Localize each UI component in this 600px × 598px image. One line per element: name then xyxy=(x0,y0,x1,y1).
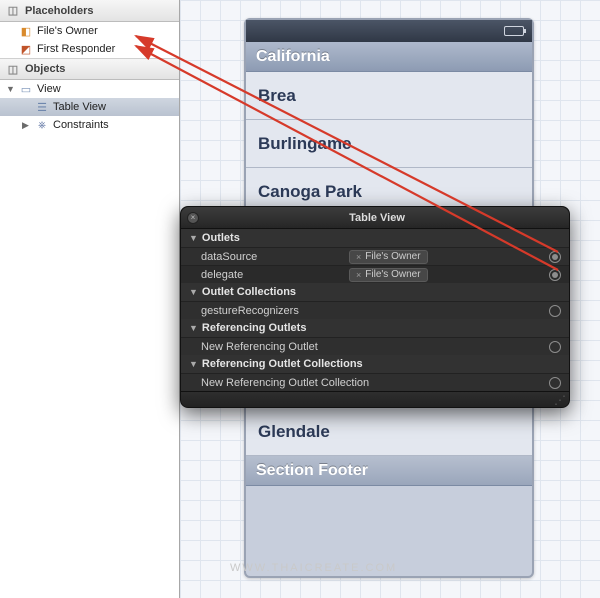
outlet-delegate-row[interactable]: delegate ×File's Owner xyxy=(181,265,569,283)
files-owner-icon xyxy=(19,24,33,38)
connection-chip[interactable]: ×File's Owner xyxy=(349,250,428,264)
section-label: Placeholders xyxy=(25,5,93,17)
outlet-name: dataSource xyxy=(201,251,349,263)
outlet-datasource-row[interactable]: dataSource ×File's Owner xyxy=(181,247,569,265)
connection-chip[interactable]: ×File's Owner xyxy=(349,268,428,282)
hud-section-outlets[interactable]: ▼Outlets xyxy=(181,229,569,247)
hud-titlebar[interactable]: × Table View xyxy=(181,207,569,229)
section-footer-label: Section Footer xyxy=(256,462,368,480)
outline-section-placeholders: Placeholders xyxy=(0,0,179,22)
outlet-name: delegate xyxy=(201,269,349,281)
constraints-icon xyxy=(35,118,49,132)
tree-label: First Responder xyxy=(37,43,115,55)
disclosure-triangle-icon[interactable]: ▼ xyxy=(6,84,15,94)
section-label: Objects xyxy=(25,63,65,75)
hud-section-ref-outlets[interactable]: ▼Referencing Outlets xyxy=(181,319,569,337)
tree-files-owner[interactable]: File's Owner xyxy=(0,22,179,40)
connection-port-filled-icon[interactable] xyxy=(549,269,561,281)
outlet-name: gestureRecognizers xyxy=(201,305,349,317)
tree-view[interactable]: ▼ View xyxy=(0,80,179,98)
table-cell[interactable]: Glendale xyxy=(246,408,532,456)
remove-connection-icon[interactable]: × xyxy=(356,270,361,280)
tree-constraints[interactable]: ▶ Constraints xyxy=(0,116,179,134)
connection-port-filled-icon[interactable] xyxy=(549,251,561,263)
connection-port-empty-icon[interactable] xyxy=(549,305,561,317)
outlet-name: New Referencing Outlet xyxy=(201,341,549,353)
connection-port-empty-icon[interactable] xyxy=(549,377,561,389)
outline-section-objects: Objects xyxy=(0,58,179,80)
remove-connection-icon[interactable]: × xyxy=(356,252,361,262)
hud-section-ref-outlet-collections[interactable]: ▼Referencing Outlet Collections xyxy=(181,355,569,373)
cube-icon xyxy=(6,62,20,76)
table-view-icon xyxy=(35,100,49,114)
tree-label: File's Owner xyxy=(37,25,98,37)
status-bar xyxy=(246,20,532,42)
table-section-footer: Section Footer xyxy=(246,456,532,486)
watermark: WWW.THAICREATE.COM xyxy=(230,562,397,574)
close-icon[interactable]: × xyxy=(187,212,199,224)
hud-section-outlet-collections[interactable]: ▼Outlet Collections xyxy=(181,283,569,301)
connections-inspector[interactable]: × Table View ▼Outlets dataSource ×File's… xyxy=(180,206,570,408)
cube-icon xyxy=(6,4,20,18)
disclosure-triangle-icon[interactable]: ▶ xyxy=(22,120,31,131)
first-responder-icon xyxy=(19,42,33,56)
new-ref-outlet-collection-row[interactable]: New Referencing Outlet Collection xyxy=(181,373,569,391)
tree-table-view[interactable]: Table View xyxy=(0,98,179,116)
tree-label: Table View xyxy=(53,101,106,113)
hud-resize-grip[interactable]: ⋰ xyxy=(181,391,569,407)
table-section-header: California xyxy=(246,42,532,72)
section-header-label: California xyxy=(256,48,330,66)
document-outline: Placeholders File's Owner First Responde… xyxy=(0,0,180,598)
hud-title: Table View xyxy=(205,212,563,224)
connection-port-empty-icon[interactable] xyxy=(549,341,561,353)
tree-first-responder[interactable]: First Responder xyxy=(0,40,179,58)
view-icon xyxy=(19,82,33,96)
tree-label: Constraints xyxy=(53,119,109,131)
battery-icon xyxy=(504,26,524,36)
new-ref-outlet-row[interactable]: New Referencing Outlet xyxy=(181,337,569,355)
tree-label: View xyxy=(37,83,61,95)
outlet-name: New Referencing Outlet Collection xyxy=(201,377,549,389)
table-cell[interactable]: Burlingame xyxy=(246,120,532,168)
outlet-gesturerecognizers-row[interactable]: gestureRecognizers xyxy=(181,301,569,319)
table-cell[interactable]: Brea xyxy=(246,72,532,120)
